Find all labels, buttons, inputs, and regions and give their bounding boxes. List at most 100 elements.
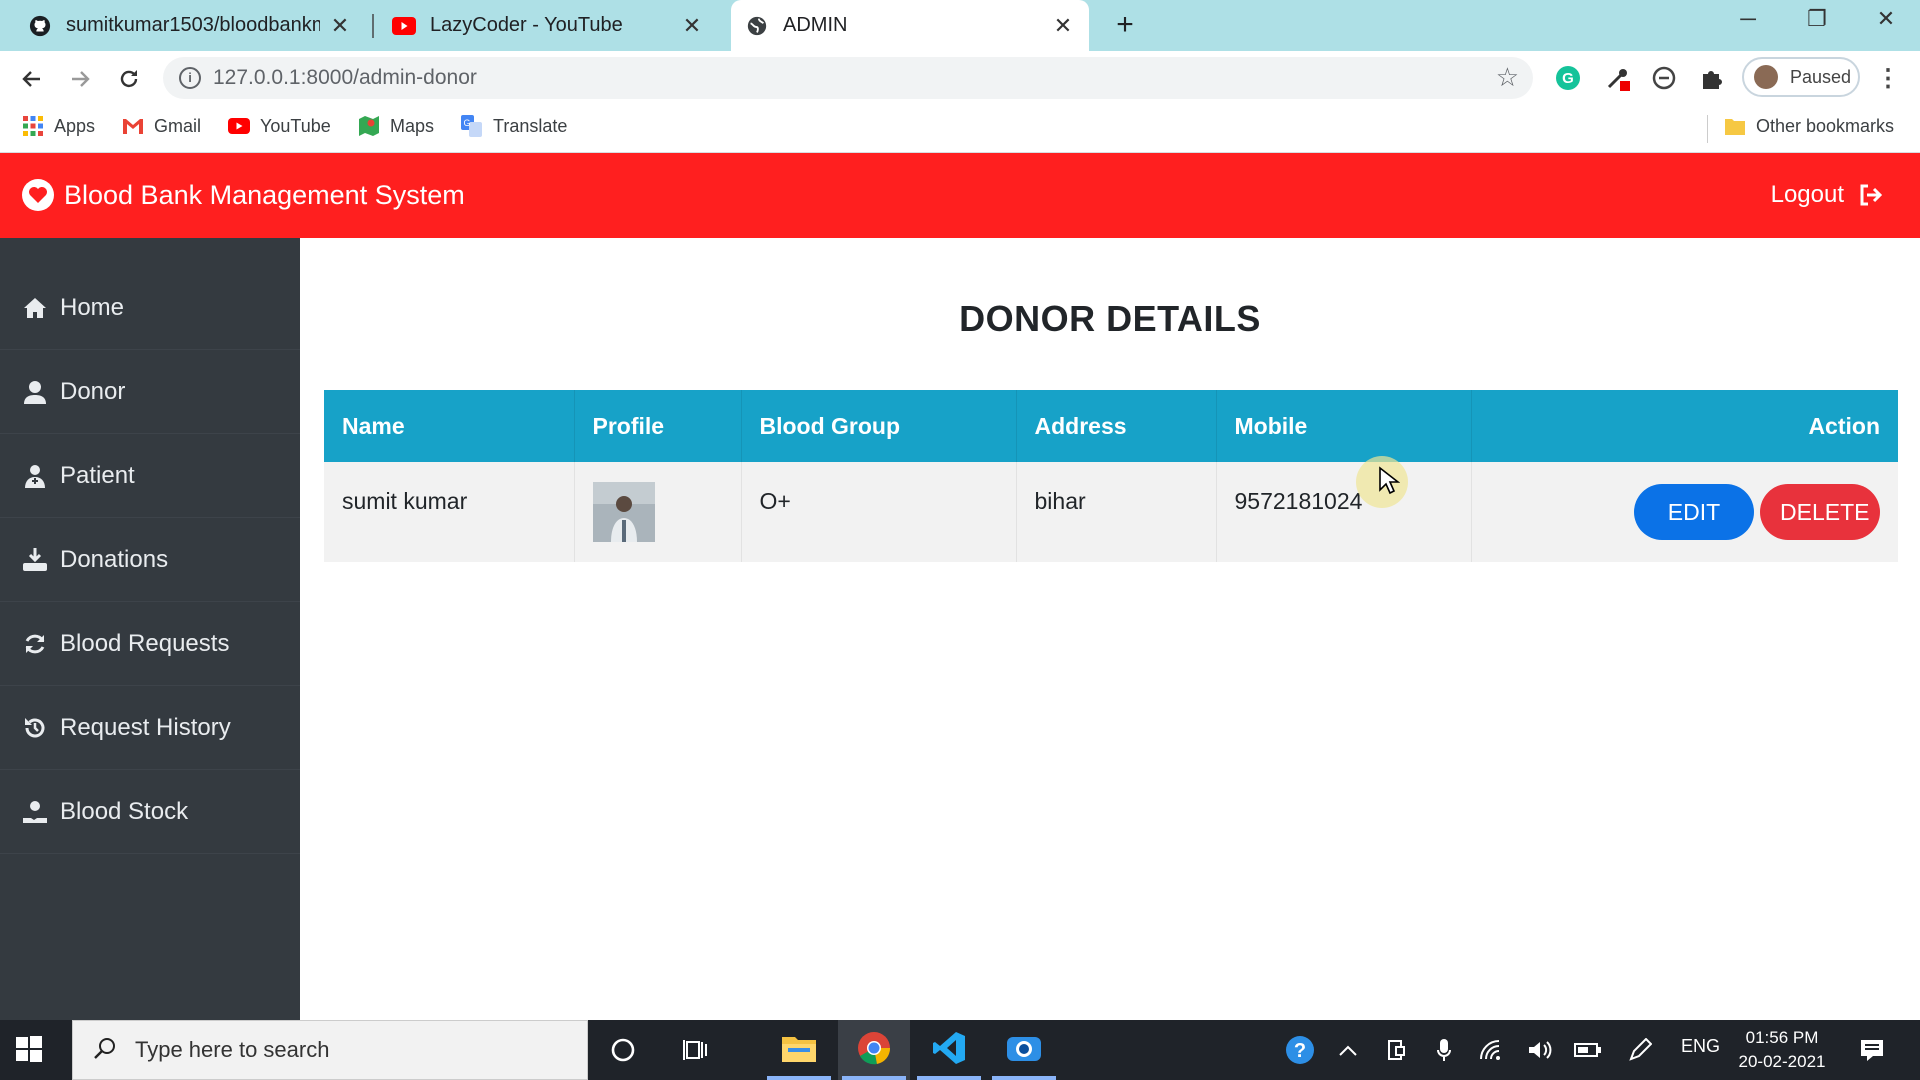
- donor-table: Name Profile Blood Group Address Mobile …: [324, 390, 1898, 562]
- minimize-icon[interactable]: ─: [1728, 6, 1768, 32]
- taskbar-search-box[interactable]: Type here to search: [72, 1020, 588, 1080]
- tab-github[interactable]: sumitkumar1503/bloodbankman ✕: [14, 0, 366, 51]
- bookmark-maps[interactable]: Maps: [358, 115, 434, 137]
- page-title: DONOR DETAILS: [959, 298, 1261, 339]
- column-header-profile: Profile: [574, 390, 742, 462]
- microphone-icon[interactable]: [1424, 1030, 1464, 1070]
- sidebar-item-donations[interactable]: Donations: [0, 518, 300, 602]
- edit-button[interactable]: EDIT: [1634, 484, 1754, 540]
- profile-button[interactable]: Paused: [1742, 57, 1860, 97]
- new-tab-button[interactable]: +: [1108, 9, 1142, 41]
- grammarly-icon[interactable]: G: [1553, 63, 1583, 93]
- bookmark-label: Apps: [54, 115, 96, 136]
- other-bookmarks[interactable]: Other bookmarks: [1724, 115, 1894, 137]
- task-view-icon[interactable]: [676, 1030, 716, 1070]
- logout-icon: [1858, 182, 1886, 208]
- tab-youtube[interactable]: LazyCoder - YouTube ✕: [378, 0, 718, 51]
- taskbar-vscode[interactable]: [913, 1020, 985, 1080]
- cortana-icon[interactable]: [603, 1030, 643, 1070]
- window-close-icon[interactable]: ✕: [1866, 6, 1906, 32]
- url-text[interactable]: 127.0.0.1:8000/admin-donor: [213, 66, 477, 90]
- globe-icon: [745, 14, 769, 38]
- chevron-up-icon[interactable]: [1328, 1030, 1368, 1070]
- close-icon[interactable]: ✕: [328, 13, 352, 39]
- column-header-action: Action: [1808, 412, 1880, 439]
- language-indicator[interactable]: ENG: [1681, 1036, 1720, 1057]
- tab-title: sumitkumar1503/bloodbankman: [66, 14, 320, 36]
- home-icon: [22, 295, 48, 321]
- close-icon[interactable]: ✕: [680, 13, 704, 39]
- folder-icon: [782, 1034, 816, 1067]
- bookmark-translate[interactable]: G Translate: [461, 115, 567, 137]
- taskbar-chrome[interactable]: [838, 1020, 910, 1080]
- apps-grid-icon: [22, 115, 44, 137]
- translate-icon: G: [461, 115, 483, 137]
- clock-date: 20-02-2021: [1738, 1052, 1826, 1071]
- puzzle-icon[interactable]: [1696, 63, 1726, 93]
- notification-icon[interactable]: [1852, 1030, 1892, 1070]
- device-icon[interactable]: [1376, 1030, 1416, 1070]
- eyedropper-extension-icon[interactable]: [1603, 63, 1633, 93]
- profile-label: Paused: [1790, 66, 1852, 87]
- sidebar-item-label: Request History: [60, 713, 231, 741]
- tab-title: LazyCoder - YouTube: [430, 14, 623, 36]
- table-row: sumit kumar O+ bihar 9572181024 EDIT DELE…: [324, 462, 1898, 562]
- sidebar-item-label: Donor: [60, 377, 126, 405]
- donor-address: bihar: [1016, 462, 1217, 562]
- tab-admin[interactable]: ADMIN ✕: [731, 0, 1089, 51]
- maps-icon: [358, 115, 380, 137]
- help-icon[interactable]: ?: [1280, 1030, 1320, 1070]
- bookmarks-bar: Apps Gmail YouTube Maps G Translate Othe…: [0, 105, 1920, 153]
- back-icon[interactable]: [16, 63, 48, 95]
- column-header-mobile: Mobile: [1216, 390, 1472, 462]
- close-icon[interactable]: ✕: [1051, 13, 1075, 39]
- logout-button[interactable]: Logout: [1771, 181, 1886, 209]
- sidebar-item-blood-stock[interactable]: Blood Stock: [0, 770, 300, 854]
- active-indicator: [767, 1076, 831, 1080]
- donor-profile-photo: [592, 482, 655, 542]
- menu-icon[interactable]: ⋮: [1876, 64, 1900, 93]
- extension-icon[interactable]: [1649, 63, 1679, 93]
- address-bar[interactable]: i 127.0.0.1:8000/admin-donor ☆: [163, 57, 1533, 99]
- donor-name: sumit kumar: [324, 462, 575, 562]
- brand[interactable]: Blood Bank Management System: [22, 179, 465, 211]
- app-header: Blood Bank Management System Logout: [0, 153, 1920, 238]
- sidebar-item-patient[interactable]: Patient: [0, 434, 300, 518]
- browser-tabstrip: sumitkumar1503/bloodbankman ✕ LazyCoder …: [0, 0, 1920, 51]
- taskbar-recorder[interactable]: [988, 1020, 1060, 1080]
- info-icon[interactable]: i: [179, 67, 201, 89]
- windows-start-icon[interactable]: [16, 1036, 42, 1067]
- forward-icon[interactable]: [64, 63, 96, 95]
- taskbar-file-explorer[interactable]: [763, 1020, 835, 1080]
- bookmark-youtube[interactable]: YouTube: [228, 115, 331, 137]
- taskbar-clock[interactable]: 01:56 PM 20-02-2021: [1738, 1026, 1826, 1074]
- vscode-icon: [932, 1031, 966, 1070]
- bookmark-star-icon[interactable]: ☆: [1496, 62, 1519, 93]
- sidebar-item-blood-requests[interactable]: Blood Requests: [0, 602, 300, 686]
- restore-icon[interactable]: ❐: [1797, 6, 1837, 32]
- pen-icon[interactable]: [1620, 1030, 1660, 1070]
- sidebar-item-home[interactable]: Home: [0, 266, 300, 350]
- sidebar-item-donor[interactable]: Donor: [0, 350, 300, 434]
- sidebar-item-request-history[interactable]: Request History: [0, 686, 300, 770]
- delete-button[interactable]: DELETE: [1760, 484, 1880, 540]
- volume-icon[interactable]: [1520, 1030, 1560, 1070]
- donor-blood-group: O+: [741, 462, 1017, 562]
- taskbar: Type here to search ? ENG 01:56 PM 20-02…: [0, 1020, 1920, 1080]
- bookmark-apps[interactable]: Apps: [22, 115, 95, 137]
- sidebar-item-label: Home: [60, 293, 125, 321]
- sidebar-item-label: Blood Requests: [60, 629, 230, 657]
- bookmark-gmail[interactable]: Gmail: [122, 115, 201, 137]
- column-header-name: Name: [324, 390, 575, 462]
- bookmark-label: Gmail: [154, 115, 202, 136]
- tab-separator: [372, 14, 374, 38]
- svg-text:?: ?: [1294, 1040, 1306, 1062]
- wifi-icon[interactable]: [1472, 1030, 1512, 1070]
- reload-icon[interactable]: [113, 63, 145, 95]
- battery-icon[interactable]: [1568, 1030, 1608, 1070]
- bookmark-label: YouTube: [260, 115, 331, 136]
- brand-title: Blood Bank Management System: [64, 179, 465, 210]
- donor-table-wrapper: Name Profile Blood Group Address Mobile …: [324, 390, 1898, 562]
- donor-mobile: 9572181024: [1216, 462, 1472, 562]
- camera-recorder-icon: [1005, 1033, 1043, 1068]
